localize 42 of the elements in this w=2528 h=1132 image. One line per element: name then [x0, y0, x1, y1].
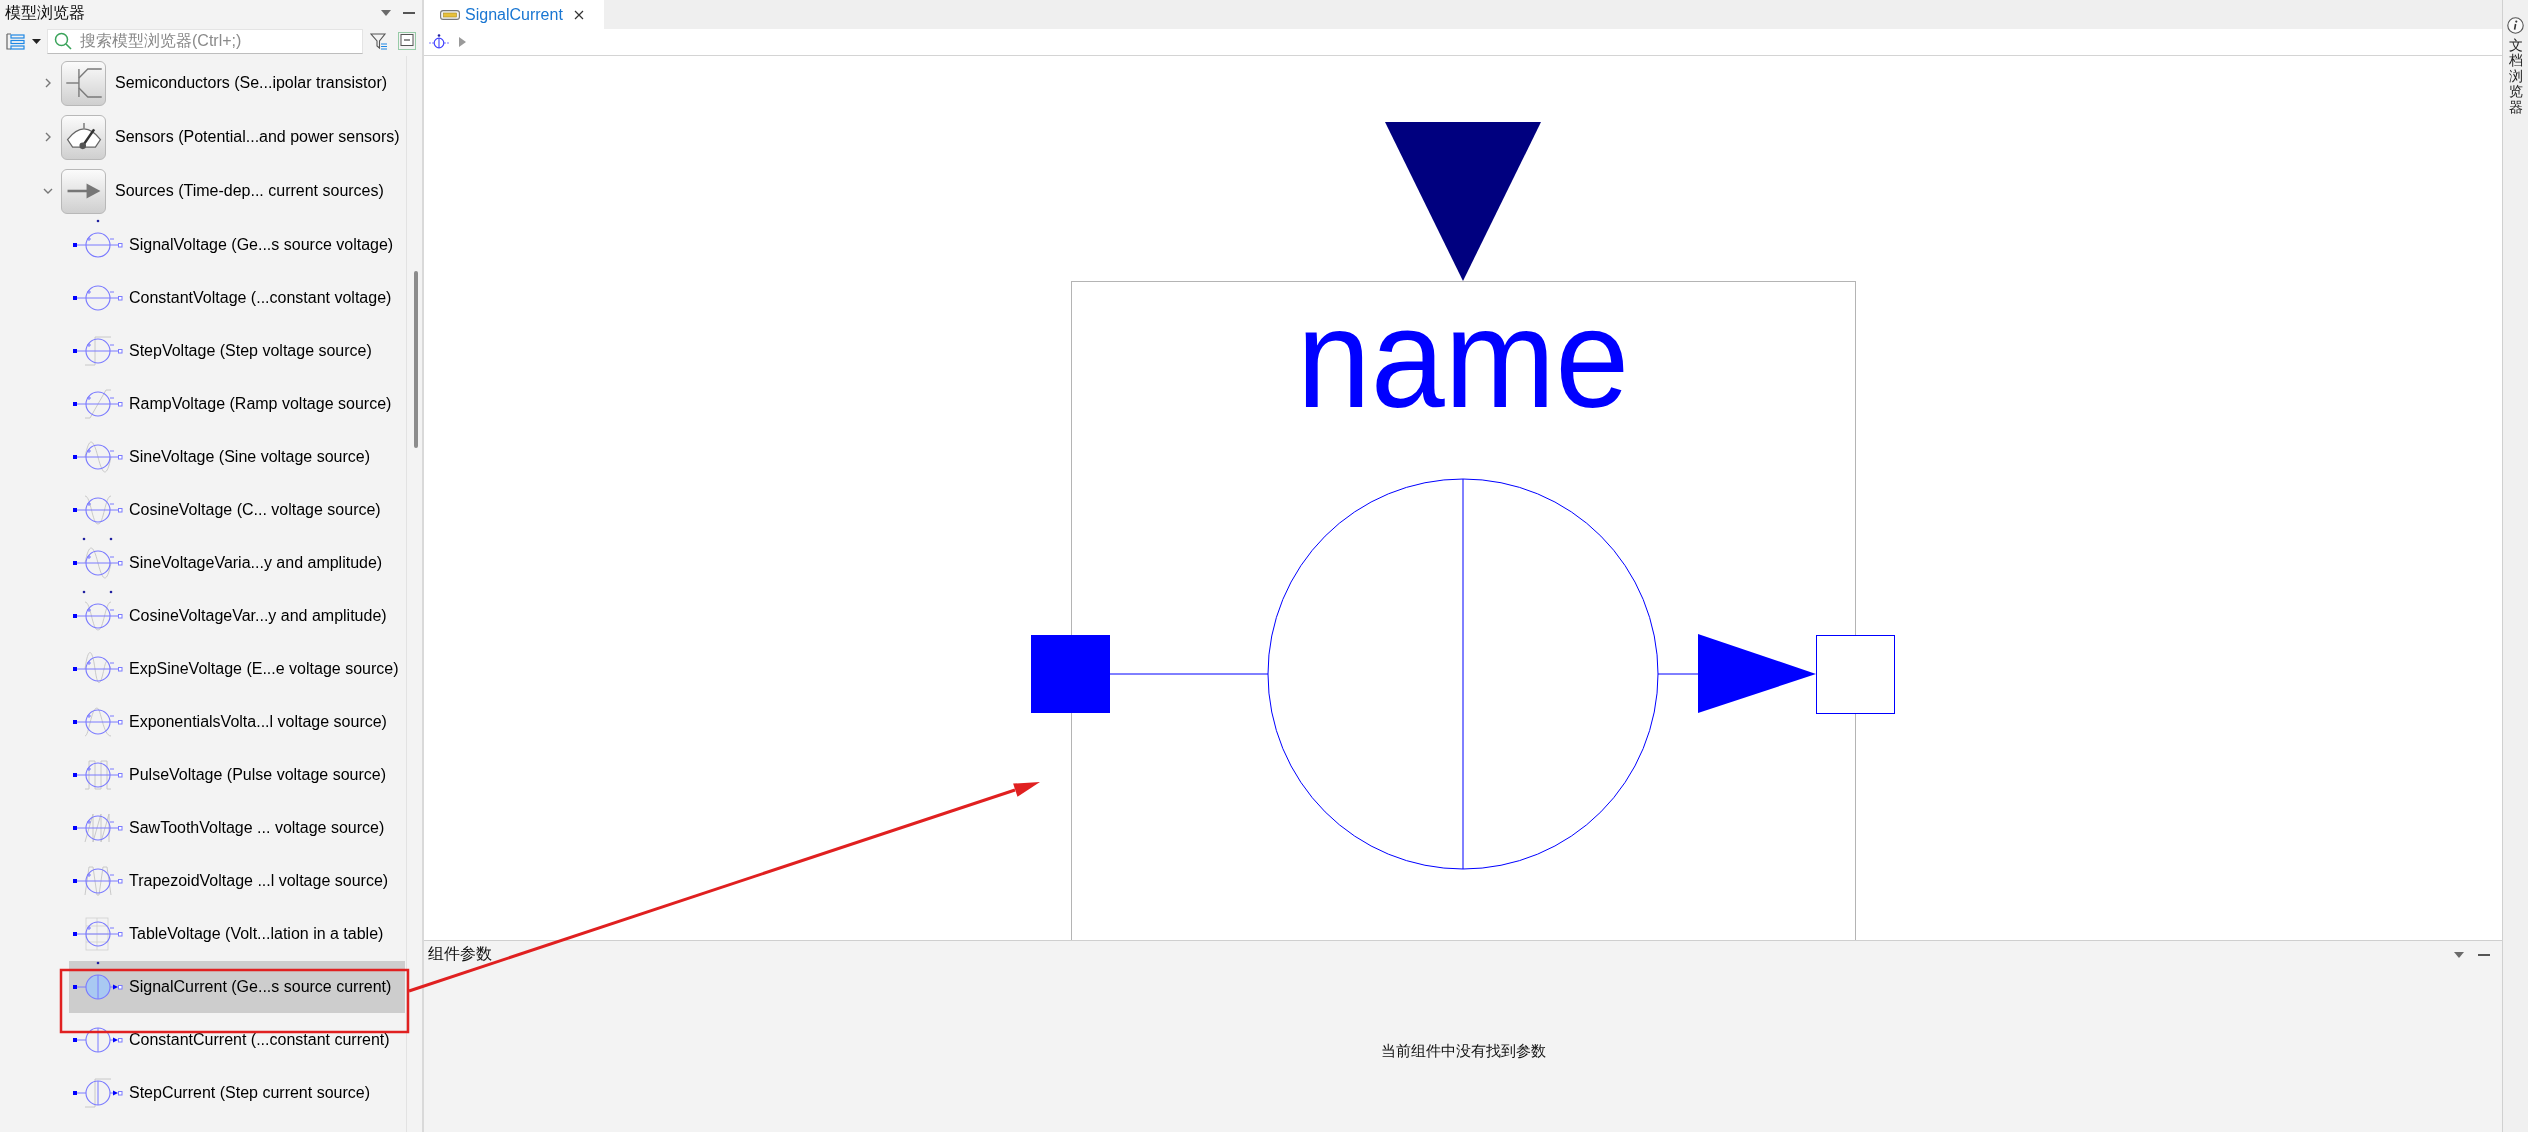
tree-item[interactable]: StepCurrent (Step current source) — [69, 1067, 405, 1119]
tree-item[interactable]: SignalVoltage (Ge...s source voltage) — [69, 219, 405, 271]
transistor-icon — [61, 60, 106, 106]
editor-tab[interactable]: SignalCurrent — [424, 0, 604, 29]
scrollbar-thumb[interactable] — [414, 271, 418, 448]
panel-title: 模型浏览器 — [5, 2, 86, 23]
search-field[interactable]: 搜索模型浏览器(Ctrl+;) — [47, 28, 363, 54]
tree-item[interactable]: StepVoltage (Step voltage source) — [69, 325, 405, 377]
gauge-icon — [61, 114, 106, 160]
tree-item[interactable]: Sensors (Potential...and power sensors) — [0, 110, 406, 164]
empty-message: 当前组件中没有找到参数 — [1380, 1041, 1546, 1061]
panel-title: 组件参数 — [428, 944, 493, 964]
search-icon — [54, 31, 72, 50]
tree-item[interactable]: ConstantVoltage (...constant voltage) — [69, 272, 405, 324]
name-label: name — [1296, 279, 1630, 437]
current-source-icon[interactable] — [429, 34, 449, 50]
wire-line — [1657, 673, 1699, 675]
tree-item[interactable]: SawToothVoltage ... voltage source) — [69, 802, 405, 854]
tree-item[interactable]: ExpSineVoltage (E...e voltage source) — [69, 643, 405, 695]
connector-icon — [440, 9, 460, 20]
tree-item[interactable]: TableVoltage (Volt...lation in a table) — [69, 908, 405, 960]
tree-item[interactable]: SineVoltageVaria...y and amplitude) — [69, 537, 405, 589]
close-icon[interactable] — [573, 9, 584, 20]
tree-item[interactable]: SignalCurrent (Ge...s source current) — [69, 961, 405, 1013]
tree-item[interactable]: RampVoltage (Ramp voltage source) — [69, 378, 405, 430]
tree-item[interactable]: ExponentialsVolta...l voltage source) — [69, 696, 405, 748]
info-icon[interactable] — [2507, 17, 2524, 34]
tree-view-icon[interactable] — [6, 32, 25, 50]
tree-item[interactable]: Semiconductors (Se...ipolar transistor) — [0, 56, 406, 110]
tree-item[interactable]: CosineVoltage (C... voltage source) — [69, 484, 405, 536]
collapse-all-icon[interactable] — [398, 32, 416, 50]
tree-item[interactable]: SineVoltage (Sine voltage source) — [69, 431, 405, 483]
tree-item[interactable]: TrapezoidVoltage ...l voltage source) — [69, 855, 405, 907]
minimize-icon[interactable] — [2478, 953, 2490, 956]
tree-item[interactable]: CosineVoltageVar...y and amplitude) — [69, 590, 405, 642]
tree-item[interactable]: PulseVoltage (Pulse voltage source) — [69, 749, 405, 801]
filter-icon[interactable] — [370, 32, 388, 50]
caret-icon[interactable] — [32, 38, 41, 44]
tree-item[interactable]: ConstantCurrent (...constant current) — [69, 1014, 405, 1066]
voltage-source-icon — [73, 914, 123, 954]
panel-title[interactable]: 文档浏览器 — [2508, 38, 2523, 115]
tree-item[interactable]: Sources (Time-dep... current sources) — [0, 164, 406, 218]
